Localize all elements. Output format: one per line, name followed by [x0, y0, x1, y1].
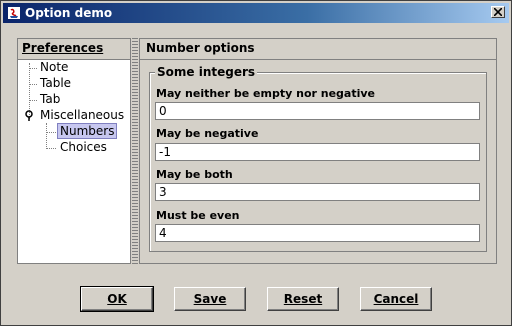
non-empty-non-negative-input[interactable]: [155, 102, 480, 120]
field-label-must-be-even: Must be even: [156, 209, 240, 222]
tree-item-tab[interactable]: Tab: [38, 92, 62, 106]
tree-item-numbers[interactable]: Numbers: [57, 123, 118, 139]
field-label-may-be-negative: May be negative: [156, 127, 259, 140]
cancel-button[interactable]: Cancel: [360, 287, 432, 311]
save-button[interactable]: Save: [174, 287, 246, 311]
tree-connector: [46, 148, 56, 149]
preferences-header: Preferences: [18, 39, 130, 60]
java-app-icon: [8, 7, 20, 19]
tree-item-note[interactable]: Note: [38, 60, 70, 74]
field-label-non-empty-non-negative: May neither be empty nor negative: [156, 87, 376, 100]
expanded-node-icon[interactable]: [24, 110, 35, 122]
window-title: Option demo: [25, 6, 113, 20]
may-be-negative-input[interactable]: [155, 143, 480, 161]
tree-connector: [29, 84, 37, 85]
reset-button[interactable]: Reset: [267, 287, 339, 311]
tree-connector: [29, 100, 37, 101]
tree-connector: [29, 68, 37, 69]
tree-connector: [46, 132, 56, 133]
preferences-header-label: Preferences: [22, 41, 104, 55]
ok-button[interactable]: OK: [80, 286, 154, 312]
may-be-both-input[interactable]: [155, 183, 480, 201]
tree-item-choices[interactable]: Choices: [58, 140, 109, 154]
some-integers-title: Some integers: [155, 65, 258, 79]
close-button[interactable]: [491, 6, 505, 18]
tree-item-miscellaneous[interactable]: Miscellaneous: [38, 108, 126, 122]
number-options-title: Number options: [146, 41, 255, 55]
split-pane-divider[interactable]: [132, 38, 138, 264]
number-options-header: Number options: [140, 39, 496, 60]
title-bar[interactable]: Option demo: [3, 3, 509, 23]
must-be-even-input[interactable]: [155, 224, 480, 242]
tree-item-table[interactable]: Table: [38, 76, 73, 90]
option-demo-window: Option demo Preferences Note Table Tab M…: [0, 0, 512, 326]
close-icon: [494, 8, 502, 16]
tree-connector: [46, 123, 47, 149]
field-label-may-be-both: May be both: [156, 168, 233, 181]
